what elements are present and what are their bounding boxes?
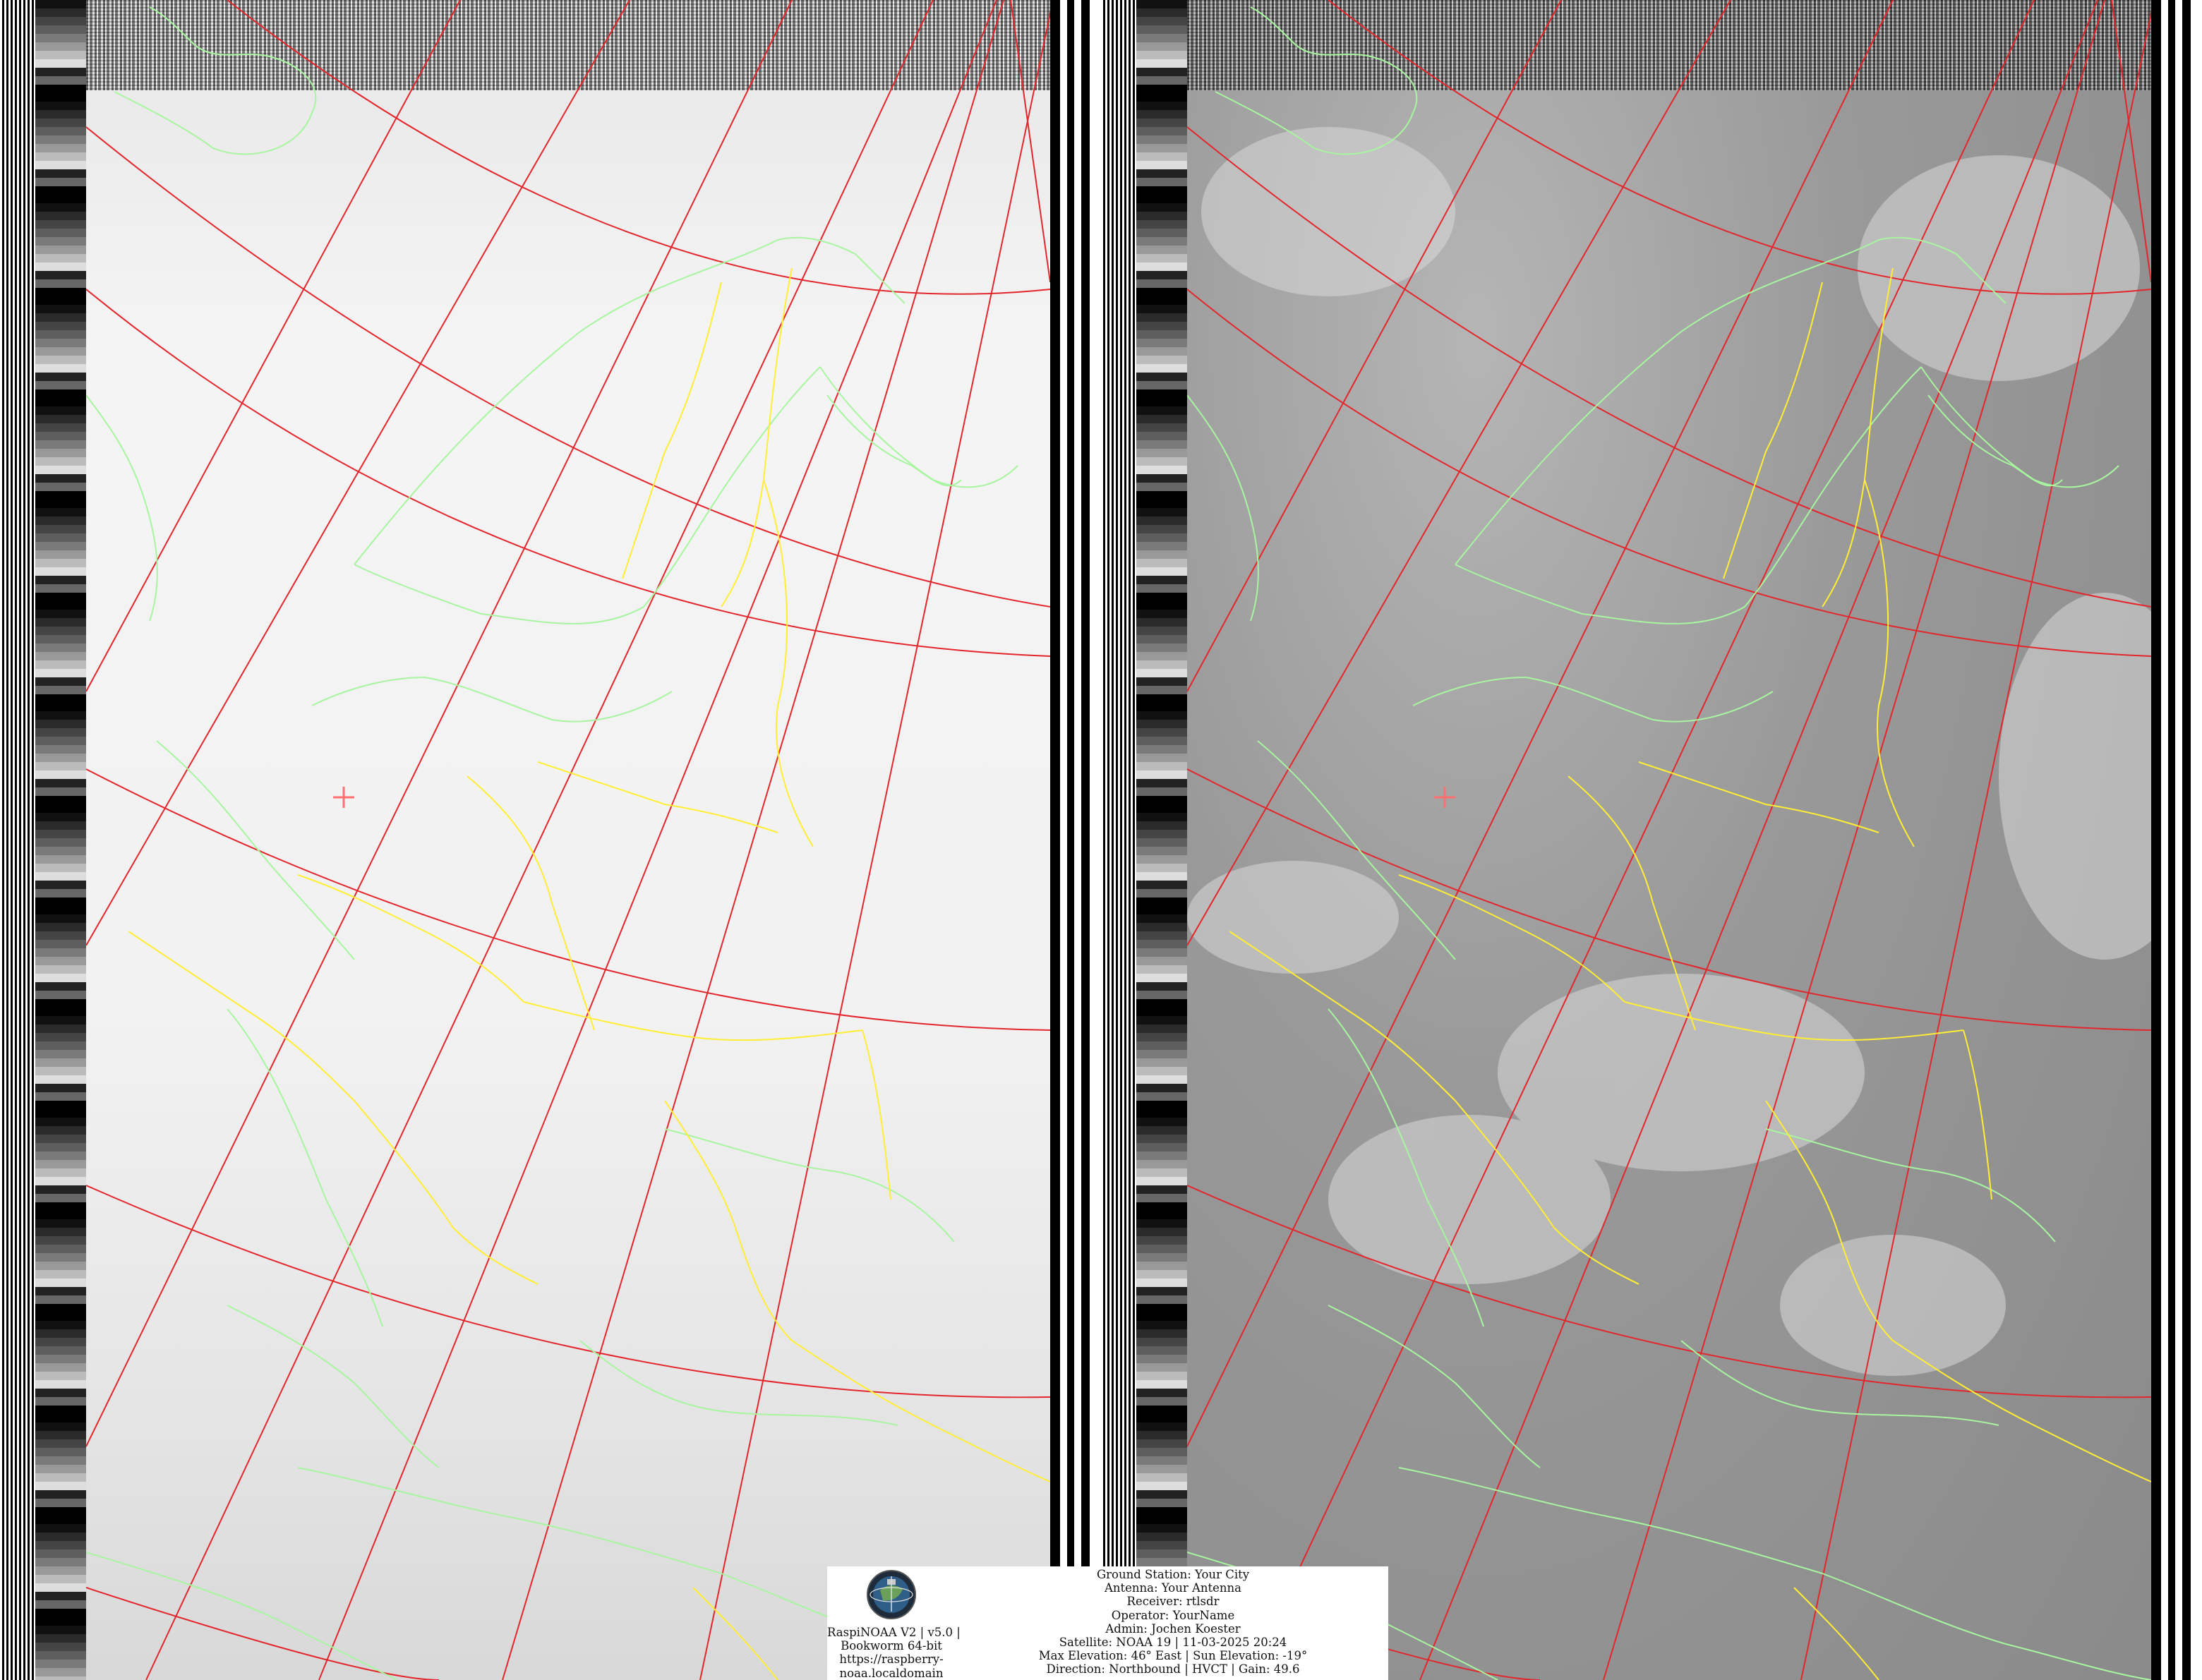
graticule-parallel <box>86 768 1050 1031</box>
station-location-marker <box>333 787 354 808</box>
graticule-meridian <box>86 0 630 946</box>
antenna: Antenna: Your Antenna <box>1104 1581 1241 1595</box>
admin: Admin: Jochen Koester <box>1105 1621 1241 1636</box>
satellite-pass: Satellite: NOAA 19 | 11-03-2025 20:24 <box>1059 1636 1287 1650</box>
software-os: Bookworm 64-bit <box>841 1639 942 1653</box>
channel-a-telemetry-strip <box>1050 0 1101 1680</box>
graticule-meridian <box>86 0 461 692</box>
elevation: Max Elevation: 46° East | Sun Elevation:… <box>1038 1649 1308 1663</box>
cloud-patches <box>1187 127 2151 1376</box>
graticule-parallel <box>86 1587 440 1680</box>
software-version: RaspiNOAA V2 | v5.0 | <box>827 1626 961 1639</box>
channel-a-calibration-wedge <box>35 0 86 1680</box>
station-location-marker <box>1434 787 1455 808</box>
graticule-meridian <box>1187 0 1562 692</box>
coastlines <box>86 6 1050 1680</box>
channel-b-calibration-wedge <box>1136 0 1187 1680</box>
pass-info-box: RaspiNOAA V2 | v5.0 | Bookworm 64-bit ht… <box>827 1566 1388 1680</box>
ground-station: Ground Station: Your City <box>1096 1568 1250 1581</box>
channel-b-panel <box>1101 0 2202 1680</box>
graticule-parallel <box>227 0 1050 295</box>
software-url-part2: noaa.localdomain <box>839 1666 944 1680</box>
graticule-meridian <box>1419 0 2098 1680</box>
channel-b-map-overlay <box>1187 0 2151 1680</box>
direction-gain: Direction: Northbound | HVCT | Gain: 49.… <box>1046 1662 1300 1676</box>
receiver: Receiver: rtlsdr <box>1126 1595 1220 1609</box>
channel-b-infrared-image <box>1187 0 2151 1680</box>
channel-a-map-overlay <box>86 0 1050 1680</box>
operator: Operator: YourName <box>1111 1608 1235 1622</box>
channel-a-sync-bars <box>0 0 35 1680</box>
graticule-parallel <box>86 289 1050 657</box>
satellite-globe-icon <box>867 1570 916 1619</box>
software-url-part1: https://raspberry- <box>839 1652 944 1667</box>
software-info: RaspiNOAA V2 | v5.0 | Bookworm 64-bit ht… <box>827 1626 961 1680</box>
graticule-parallel <box>86 126 1050 608</box>
graticule-meridian <box>145 0 934 1680</box>
channel-b-telemetry-strip <box>2151 0 2202 1680</box>
graticule-parallel <box>86 1185 1050 1398</box>
channel-a-visible-image <box>86 0 1050 1680</box>
country-borders <box>128 267 1050 1680</box>
graticule-lines <box>86 0 1050 1680</box>
station-info: Ground Station: Your City Antenna: Your … <box>961 1568 1385 1676</box>
graticule-meridian <box>86 0 793 1447</box>
channel-a-panel <box>0 0 1101 1680</box>
graticule-meridian <box>318 0 997 1680</box>
channel-b-sync-bars <box>1101 0 1136 1680</box>
